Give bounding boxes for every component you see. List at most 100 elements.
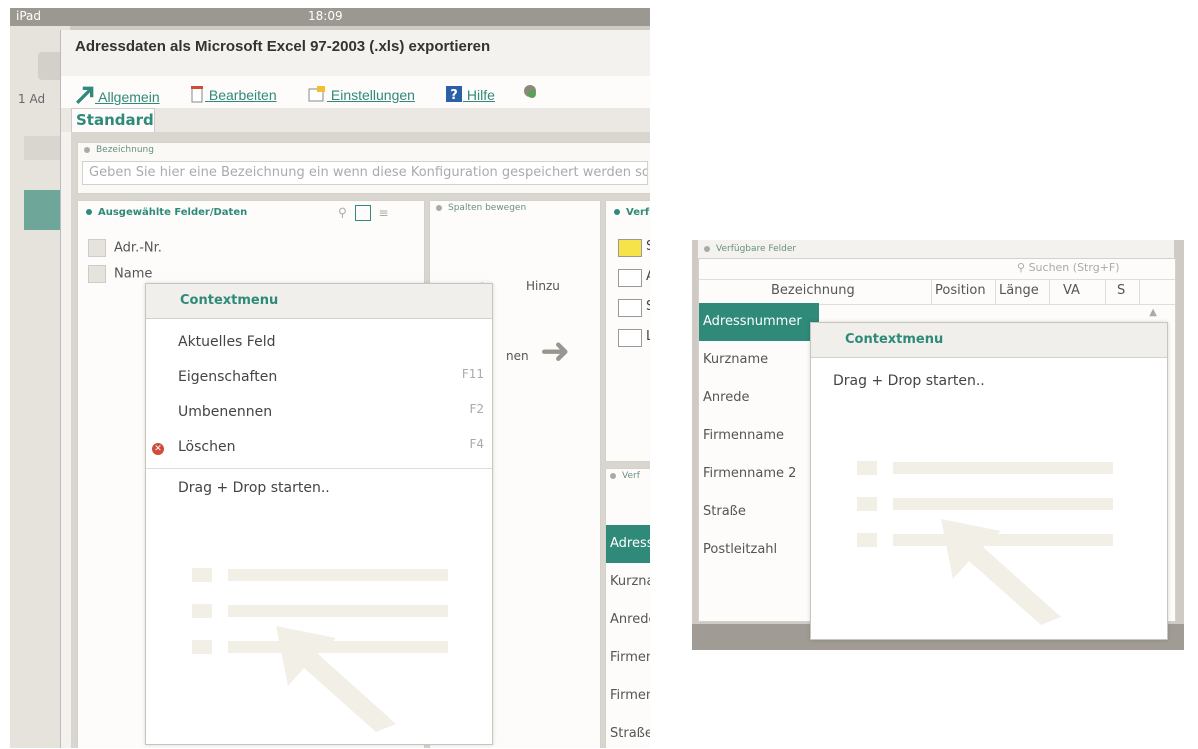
search-placeholder: Suchen (Strg+F) xyxy=(1028,261,1120,274)
tab-strip: Standard xyxy=(61,108,650,132)
list-item[interactable]: Kurzna xyxy=(606,563,650,601)
clock: 18:09 xyxy=(308,9,343,23)
cursor-arrow-icon xyxy=(941,519,1061,625)
table-row[interactable]: Postleitzahl xyxy=(699,531,819,569)
column-header[interactable]: Länge xyxy=(999,283,1039,298)
menu-label: Allgemein xyxy=(98,89,160,105)
column-header[interactable]: Position xyxy=(935,283,986,298)
table-row[interactable]: Straße xyxy=(699,493,819,531)
menu-einstellungen[interactable]: Einstellungen xyxy=(307,82,415,103)
plugin-icon[interactable] xyxy=(521,82,539,100)
section-label: Bezeichnung xyxy=(84,145,154,155)
list-item[interactable]: Adr.-Nr. xyxy=(88,239,162,257)
search-icon[interactable]: ⚲ xyxy=(338,206,347,220)
menu-item-label: Aktuelles Feld xyxy=(178,334,276,350)
column-header[interactable]: VA xyxy=(1063,283,1080,298)
folder-icon[interactable] xyxy=(618,269,642,287)
bezeichnung-input[interactable]: Geben Sie hier eine Bezeichnung ein wenn… xyxy=(82,161,648,185)
available-fields-list-panel: Verf Adress Kurzna Anrede Firmen Firmen … xyxy=(605,468,650,748)
menu-label: Hilfe xyxy=(466,87,495,103)
menu-item-umbenennen[interactable]: Umbenennen xyxy=(178,404,272,420)
dialog-title: Adressdaten als Microsoft Excel 97-2003 … xyxy=(75,38,491,55)
list-item[interactable]: Adress xyxy=(606,525,650,563)
illus-bar xyxy=(893,498,1113,510)
remove-label[interactable]: nen xyxy=(506,349,529,363)
menu-item-loeschen[interactable]: Löschen xyxy=(178,439,235,455)
cursor-arrow-icon xyxy=(276,626,396,732)
folder-icon[interactable] xyxy=(618,299,642,317)
column-header[interactable]: Bezeichnung xyxy=(771,283,855,298)
illus-bar xyxy=(893,462,1113,474)
menu-item-drag-drop[interactable]: Drag + Drop starten.. xyxy=(178,480,330,496)
header-label: Verfügbare Felder xyxy=(716,244,797,254)
edit-icon xyxy=(191,86,203,103)
table-row[interactable]: Firmenname 2 xyxy=(699,455,819,493)
illus-square xyxy=(857,497,877,511)
column-divider xyxy=(995,280,996,304)
illus-square xyxy=(192,568,212,582)
column-divider xyxy=(1139,280,1140,304)
screenshot-main: iPad 18:09 1 Ad Adressdaten als Microsof… xyxy=(10,8,650,748)
scroll-top-icon[interactable]: ▲ xyxy=(1149,307,1157,318)
menu-bearbeiten[interactable]: Bearbeiten xyxy=(189,82,277,103)
folder-icon[interactable] xyxy=(618,239,642,257)
table-row[interactable]: Firmenname xyxy=(699,417,819,455)
folder-label: S xyxy=(646,239,650,254)
menu-lines-icon[interactable]: ≡ xyxy=(378,206,388,220)
context-menu-header: Contextmenu xyxy=(811,323,1167,358)
menu-allgemein[interactable]: Allgemein xyxy=(75,82,160,105)
available-fields-panel: Verf S A S L xyxy=(605,200,650,462)
tab-standard[interactable]: Standard xyxy=(71,108,155,132)
list-item[interactable]: Straße xyxy=(606,715,650,748)
illus-square xyxy=(192,604,212,618)
folder-icon[interactable] xyxy=(618,329,642,347)
menu-item-eigenschaften[interactable]: Eigenschaften xyxy=(178,369,277,385)
illus-bar xyxy=(228,605,448,617)
menu-item-label: Eigenschaften xyxy=(178,369,278,385)
column-divider xyxy=(1049,280,1050,304)
list-view-icon[interactable] xyxy=(354,205,371,221)
menu-label: Einstellungen xyxy=(330,87,415,103)
carrier-label: iPad xyxy=(16,9,42,23)
column-headers: Bezeichnung Position Länge VA S xyxy=(699,279,1175,305)
background-tab[interactable]: 1 Ad xyxy=(18,92,45,106)
dot-icon xyxy=(614,209,620,215)
list-item[interactable]: Name xyxy=(88,265,152,283)
arrow-right-icon[interactable]: ➜ xyxy=(540,331,570,372)
list-item[interactable]: Anrede xyxy=(606,601,650,639)
selected-fields-header: Ausgewählte Felder/Daten xyxy=(86,207,247,218)
menu-item-aktuelles-feld[interactable]: Aktuelles Feld xyxy=(178,334,275,350)
panel-toolbar: ⚲ ≡ xyxy=(338,205,389,221)
section-label: Spalten bewegen xyxy=(436,203,526,213)
bezeichnung-label: Bezeichnung xyxy=(96,145,154,155)
list-item[interactable]: Firmen xyxy=(606,677,650,715)
context-menu: Contextmenu Drag + Drop starten.. xyxy=(810,322,1168,640)
table-row[interactable]: Anrede xyxy=(699,379,819,417)
header-label: Verf xyxy=(626,207,650,218)
menu-hilfe[interactable]: ? Hilfe xyxy=(445,82,495,103)
drag-drop-illustration xyxy=(192,564,452,734)
illus-square xyxy=(857,461,877,475)
menu-label: Bearbeiten xyxy=(208,87,277,103)
column-header[interactable]: S xyxy=(1117,283,1125,298)
menu-item-drag-drop[interactable]: Drag + Drop starten.. xyxy=(833,373,985,389)
header-label: Verf xyxy=(622,471,640,481)
drag-drop-illustration xyxy=(857,457,1117,627)
delete-icon: ✕ xyxy=(152,443,164,455)
status-bar: iPad 18:09 xyxy=(10,8,650,26)
table-row[interactable]: Kurzname xyxy=(699,341,819,379)
available-header: Verf xyxy=(614,207,649,218)
folder-label: S xyxy=(646,299,650,314)
table-row[interactable]: Adressnummer xyxy=(699,303,819,341)
shortcut-label: F2 xyxy=(469,402,484,416)
svg-text:?: ? xyxy=(450,88,458,103)
dot-icon xyxy=(610,472,616,479)
illus-bar xyxy=(228,569,448,581)
settings-icon xyxy=(308,86,325,102)
dot-icon xyxy=(436,204,442,211)
add-label[interactable]: Hinzu xyxy=(526,279,560,293)
search-field[interactable]: ⚲ Suchen (Strg+F) xyxy=(1017,261,1120,274)
shortcut-label: F11 xyxy=(461,367,484,381)
available-fields-header: Verfügbare Felder xyxy=(698,240,1174,258)
list-item[interactable]: Firmen xyxy=(606,639,650,677)
